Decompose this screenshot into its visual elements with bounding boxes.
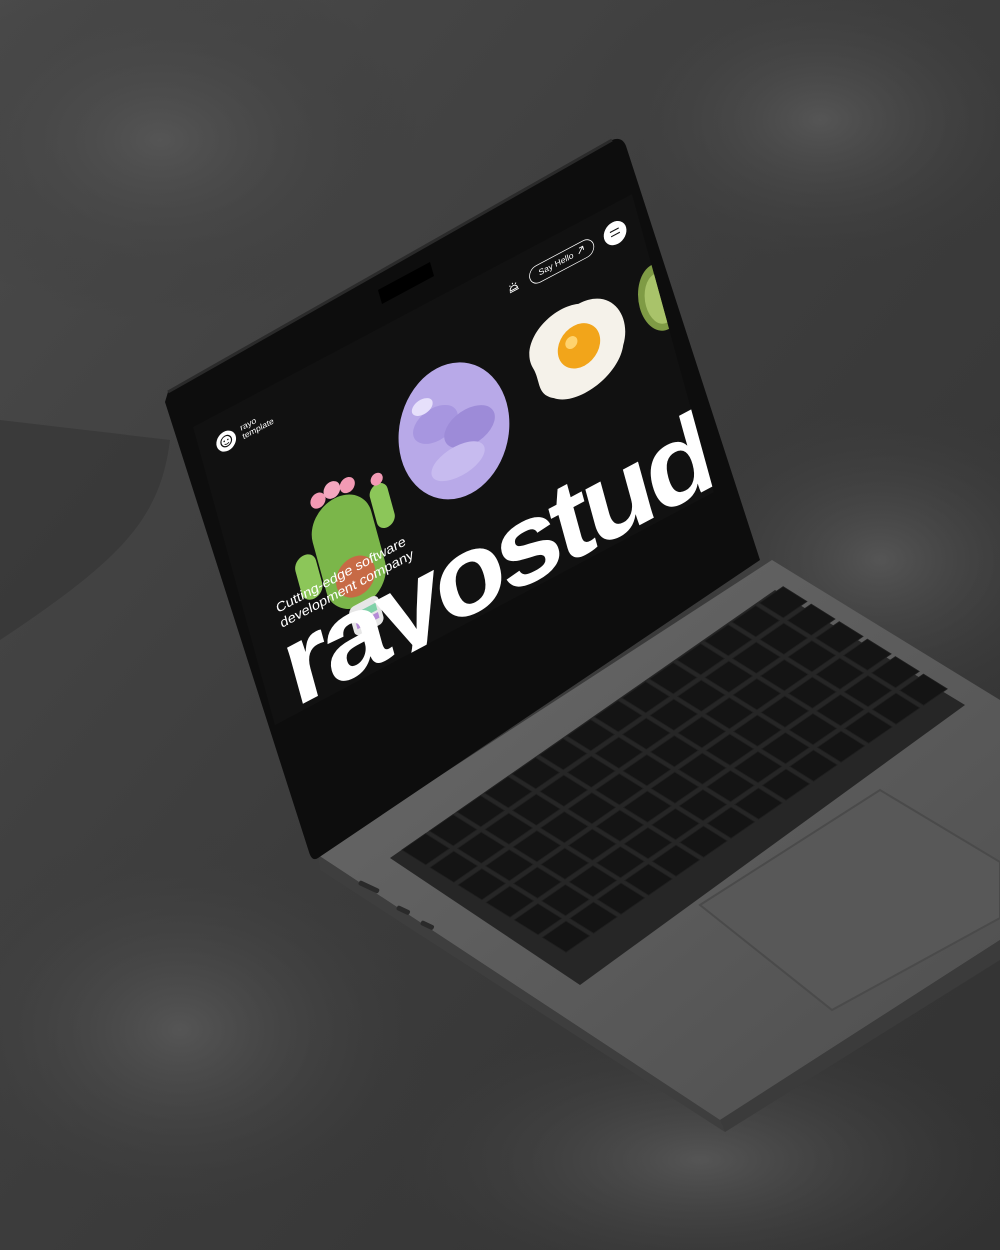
menu-button[interactable] bbox=[601, 216, 629, 250]
sun-icon[interactable] bbox=[506, 278, 521, 296]
logo-text: rayo template bbox=[239, 401, 288, 441]
say-hello-label: Say Hello bbox=[537, 250, 575, 278]
say-hello-button[interactable]: Say Hello bbox=[527, 235, 597, 288]
site-logo[interactable]: rayo template bbox=[214, 400, 288, 456]
arrow-up-right-icon bbox=[577, 245, 586, 257]
photo-backdrop bbox=[0, 0, 1000, 1250]
hamburger-icon bbox=[608, 224, 622, 242]
logo-face-icon bbox=[214, 426, 239, 456]
